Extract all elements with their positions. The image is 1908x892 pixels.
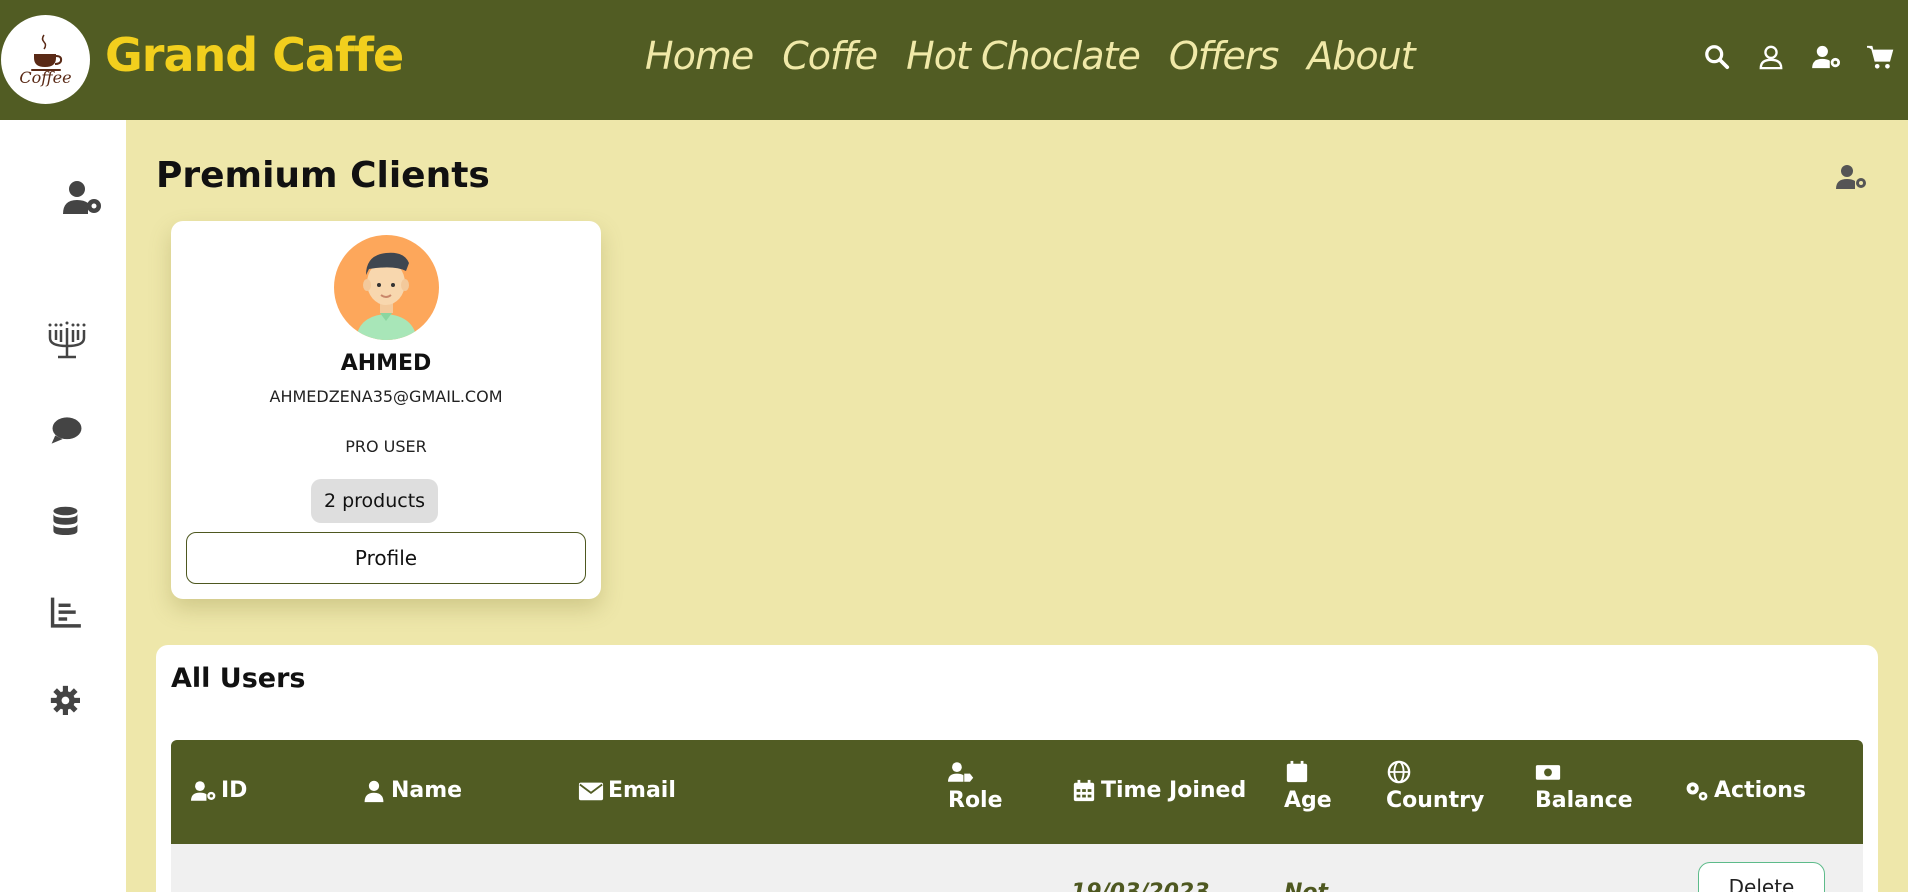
client-name: AHMED: [340, 351, 432, 376]
brand-name[interactable]: Grand Caffe: [105, 28, 404, 82]
header-age-label: Age: [1284, 788, 1332, 813]
nav-home[interactable]: Home: [645, 34, 754, 78]
header-country-label: Country: [1386, 788, 1485, 813]
header-balance-label: Balance: [1535, 788, 1633, 813]
header-actions[interactable]: Actions: [1684, 778, 1806, 803]
header-id[interactable]: ID: [191, 778, 247, 803]
table-row: 19/03/2023 Not Delete: [171, 844, 1863, 892]
calendar-icon: [1073, 779, 1095, 801]
header-role-label: Role: [948, 788, 1003, 813]
header-balance[interactable]: Balance: [1535, 760, 1633, 813]
user-gear-icon[interactable]: [1812, 44, 1840, 72]
header-name-label: Name: [391, 778, 463, 803]
client-avatar: [334, 235, 439, 340]
comment-icon[interactable]: [48, 412, 90, 454]
header-age[interactable]: Age: [1284, 760, 1332, 813]
brand-logo[interactable]: Coffee: [1, 15, 90, 104]
chart-bar-icon[interactable]: [50, 595, 92, 637]
header-name[interactable]: Name: [361, 778, 462, 803]
header-email[interactable]: Email: [578, 778, 676, 803]
nav-icon-group: [1704, 44, 1894, 72]
sidebar: [0, 120, 126, 892]
gear-icon[interactable]: [50, 685, 92, 727]
header-time-joined[interactable]: Time Joined: [1071, 778, 1246, 803]
user-icon[interactable]: [1758, 44, 1786, 72]
user-gear-icon[interactable]: [62, 176, 104, 218]
user-gear-icon: [191, 780, 216, 801]
nav-hot-choclate[interactable]: Hot Choclate: [906, 34, 1141, 78]
top-navbar: Coffee Grand Caffe Home Coffe Hot Chocla…: [0, 0, 1908, 120]
user-tag-icon: [948, 762, 974, 782]
all-users-panel: All Users ID Name Email Role Time Joined…: [156, 645, 1878, 892]
client-role: PRO USER: [345, 437, 427, 456]
products-count-badge: 2 products: [311, 479, 438, 523]
users-table-header: ID Name Email Role Time Joined Age Count…: [171, 740, 1863, 844]
header-id-label: ID: [221, 778, 248, 803]
main-nav: Home Coffe Hot Choclate Offers About: [645, 34, 1416, 78]
nav-coffe[interactable]: Coffe: [782, 34, 878, 78]
user-gear-icon[interactable]: [1836, 163, 1868, 191]
user-icon: [364, 780, 384, 802]
client-email: AHMEDZENA35@GMAIL.COM: [269, 387, 503, 406]
envelope-icon: [578, 782, 604, 800]
cell-age: Not: [1284, 880, 1328, 892]
calendar-icon: [1286, 760, 1308, 783]
profile-button[interactable]: Profile: [186, 532, 586, 584]
header-email-label: Email: [608, 778, 676, 803]
delete-button[interactable]: Delete: [1698, 862, 1825, 892]
database-icon[interactable]: [50, 503, 92, 545]
nav-about[interactable]: About: [1307, 34, 1415, 78]
globe-icon: [1387, 760, 1411, 784]
cart-icon[interactable]: [1866, 44, 1894, 72]
nav-offers[interactable]: Offers: [1169, 34, 1279, 78]
coffee-cup-icon: [30, 34, 62, 71]
page-title: Premium Clients: [156, 155, 490, 196]
header-time-joined-label: Time Joined: [1101, 778, 1247, 803]
menorah-icon[interactable]: [46, 320, 88, 362]
cell-time-joined: 19/03/2023: [1071, 880, 1210, 892]
search-icon[interactable]: [1704, 44, 1732, 72]
money-bill-icon: [1535, 765, 1561, 780]
header-country[interactable]: Country: [1386, 760, 1484, 813]
premium-client-card: AHMED AHMEDZENA35@GMAIL.COM PRO USER 2 p…: [171, 221, 601, 599]
logo-text: Coffee: [19, 68, 72, 87]
all-users-title: All Users: [171, 663, 306, 694]
gears-icon: [1686, 781, 1708, 801]
header-role[interactable]: Role: [948, 760, 1003, 813]
header-actions-label: Actions: [1714, 778, 1806, 803]
